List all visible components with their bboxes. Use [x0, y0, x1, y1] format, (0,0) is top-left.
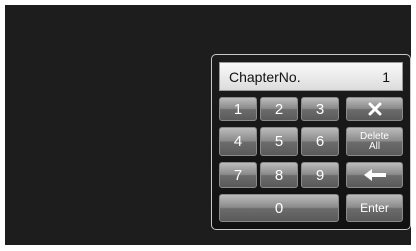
chapter-number-display: ChapterNo. 1 [219, 62, 403, 91]
key-8[interactable]: 8 [260, 162, 298, 188]
key-4[interactable]: 4 [219, 127, 257, 156]
key-0[interactable]: 0 [219, 194, 339, 222]
key-6[interactable]: 6 [301, 127, 339, 156]
arrow-left-icon [363, 169, 386, 181]
key-9[interactable]: 9 [301, 162, 339, 188]
key-3[interactable]: 3 [301, 97, 339, 121]
chapter-number-keypad: ChapterNo. 1 1 2 3 4 5 6 Delete All 7 8 … [211, 54, 411, 230]
delete-all-button[interactable]: Delete All [346, 127, 403, 156]
key-5[interactable]: 5 [260, 127, 298, 156]
key-7[interactable]: 7 [219, 162, 257, 188]
enter-button[interactable]: Enter [346, 194, 403, 222]
clear-button[interactable] [346, 97, 403, 121]
backspace-button[interactable] [346, 162, 403, 188]
display-label: ChapterNo. [229, 69, 301, 85]
key-1[interactable]: 1 [219, 97, 257, 121]
key-2[interactable]: 2 [260, 97, 298, 121]
close-icon [368, 102, 382, 116]
display-value: 1 [382, 69, 390, 85]
